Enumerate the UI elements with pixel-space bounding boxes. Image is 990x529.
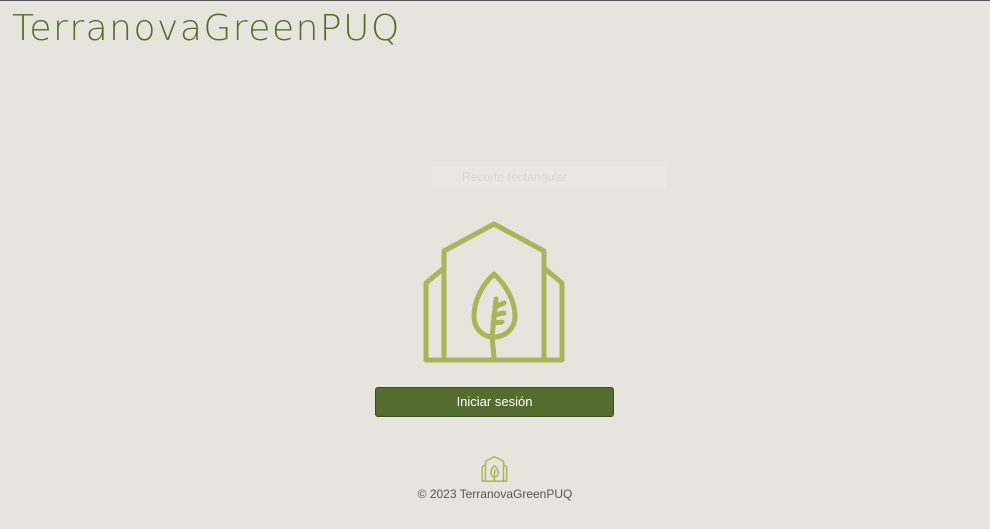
brand-title[interactable]: TerranovaGreenPUQ [12,11,401,47]
greenhouse-leaf-icon [422,221,566,365]
login-button[interactable]: Iniciar sesión [375,387,614,417]
footer-greenhouse-leaf-icon [481,455,508,482]
copyright-text: © 2023 TerranovaGreenPUQ [417,487,573,501]
faint-overlay-text: Recorte rectangular [432,166,667,188]
page: TerranovaGreenPUQ Recorte rectangular In… [0,0,990,529]
